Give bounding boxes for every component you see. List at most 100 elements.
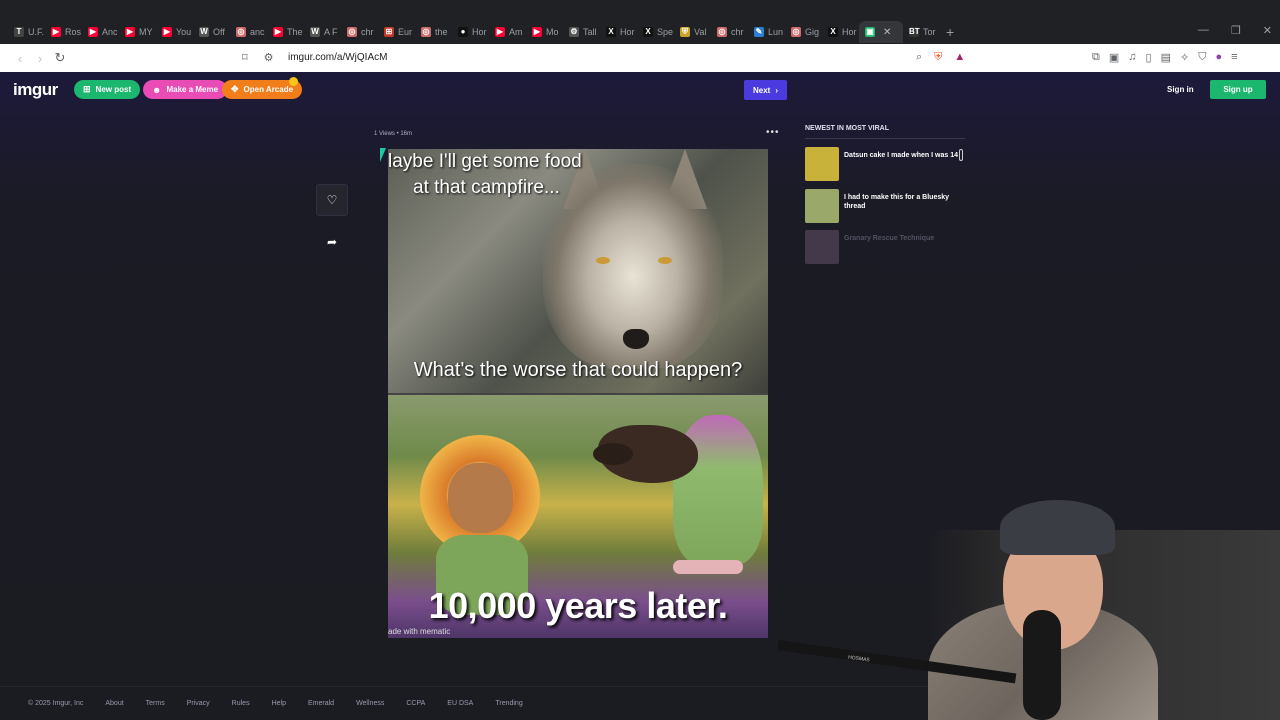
browser-tab[interactable]: ▶ The [267, 21, 304, 43]
make-meme-button[interactable]: ☻ Make a Meme [143, 80, 228, 99]
brave-shield-icon[interactable]: ⛨ [934, 51, 942, 64]
browser-tab[interactable]: ◎ chr [341, 21, 378, 43]
wallet-icon[interactable]: ▤ [1161, 51, 1171, 64]
shield-tab-icon: ⛨ [680, 27, 690, 37]
browser-tab[interactable]: T U.F. [8, 21, 45, 43]
footer-link[interactable]: About [105, 700, 123, 707]
footer-link[interactable]: Rules [232, 700, 250, 707]
profile-icon[interactable]: ● [1215, 51, 1222, 64]
footer-link[interactable]: CCPA [406, 700, 425, 707]
browser-tab[interactable]: ⚙ Tall [563, 21, 600, 43]
post-image[interactable]: laybe I'll get some food at that campfir… [388, 149, 768, 638]
browser-tab[interactable]: X Hor [600, 21, 637, 43]
share-button[interactable]: ➦ [316, 226, 348, 258]
leo-icon[interactable]: ✧ [1180, 51, 1189, 64]
browser-tab[interactable]: ⊞ Eur [378, 21, 415, 43]
x-icon: X [643, 27, 653, 37]
reload-icon[interactable]: ↻ [50, 50, 70, 66]
zoom-icon[interactable]: ⌕ [916, 51, 922, 64]
browser-tab[interactable]: ▶ Am [489, 21, 526, 43]
browser-tab[interactable]: ▶ Mo [526, 21, 563, 43]
browser-tab[interactable]: ◎ the [415, 21, 452, 43]
sidebar-icon[interactable]: ▯ [1146, 51, 1152, 64]
next-button[interactable]: Next › [744, 80, 787, 100]
more-options-icon[interactable]: ••• [766, 127, 780, 138]
tab-label: Off [213, 27, 225, 37]
footer-link[interactable]: Trending [495, 700, 522, 707]
site-info-icon[interactable]: ⚙ [264, 51, 274, 64]
close-tab-icon[interactable]: ✕ [883, 27, 891, 38]
tab-strip: T U.F. ▶ Ros ▶ Anc ▶ MY ▶ You W Off ◎ anc ▶ The W A F ◎ chr… [0, 20, 954, 44]
wikipedia-icon: W [310, 27, 320, 37]
wolf-eye-right [658, 257, 672, 264]
vpn-icon[interactable]: ⛉ [1198, 51, 1206, 64]
rail-item[interactable]: Granary Rescue Technique [805, 230, 965, 264]
bookmark-icon[interactable]: ⌑ [242, 51, 248, 64]
menu-icon[interactable]: ≡ [1231, 51, 1237, 64]
imgur-icon: ▣ [865, 27, 875, 37]
browser-tab[interactable]: ◎ Gig [785, 21, 822, 43]
browser-tab[interactable]: ▶ Ros [45, 21, 82, 43]
close-window-icon[interactable]: ✕ [1263, 24, 1272, 37]
footer-link[interactable]: Help [272, 700, 286, 707]
meme-icon: ☻ [152, 84, 162, 95]
extensions-icon[interactable]: ⧉ [1092, 51, 1100, 64]
sign-up-button[interactable]: Sign up [1210, 80, 1266, 99]
tab-label: Tor [923, 27, 936, 37]
window-controls: — ❐ ✕ [1198, 24, 1272, 37]
screenshot-icon[interactable]: ▣ [1109, 51, 1119, 64]
rail-item[interactable]: Datsun cake I made when I was 14 [805, 147, 965, 181]
imgur-logo[interactable]: imgur [13, 80, 58, 100]
favorite-button[interactable]: ♡ [316, 184, 348, 216]
dog-right-snout [593, 443, 633, 465]
footer-link[interactable]: Privacy [187, 700, 210, 707]
sign-in-link[interactable]: Sign in [1167, 85, 1194, 94]
media-icon[interactable]: ♫ [1128, 51, 1136, 64]
browser-tab[interactable]: ▶ You [156, 21, 193, 43]
browser-tab[interactable]: ● Hor [452, 21, 489, 43]
back-icon[interactable]: ‹ [10, 51, 30, 66]
footer-link[interactable]: Terms [146, 700, 165, 707]
new-tab-button[interactable]: + [946, 24, 954, 40]
browser-tab[interactable]: ✎ Lun [748, 21, 785, 43]
rail-item[interactable]: I had to make this for a Bluesky thread [805, 189, 965, 223]
tab-label: Mo [546, 27, 559, 37]
x-icon: X [828, 27, 838, 37]
browser-tab[interactable]: W Off [193, 21, 230, 43]
dog-collar [673, 560, 743, 574]
browser-tab[interactable]: ▶ Anc [82, 21, 119, 43]
browser-tab[interactable]: ▣ ✕ [859, 21, 903, 43]
rewards-icon[interactable]: ▲ [954, 51, 965, 64]
browser-tab[interactable]: WA F [304, 21, 341, 43]
tab-label: Hor [620, 27, 635, 37]
bt-icon: BT [909, 27, 920, 37]
footer-link[interactable]: EU DSA [447, 700, 473, 707]
tab-label: MY [139, 27, 153, 37]
rail-thumbnail [805, 230, 839, 264]
browser-tab[interactable]: ⛨ Val [674, 21, 711, 43]
footer-link[interactable]: Emerald [308, 700, 334, 707]
browser-tab[interactable]: ◎ anc [230, 21, 267, 43]
browser-tab[interactable]: X Spe [637, 21, 674, 43]
wikipedia-icon: W [199, 27, 209, 37]
gamepad-icon: ✥ [231, 84, 239, 94]
new-post-button[interactable]: ⊞ New post [74, 80, 141, 99]
post-meta: 1 Views • 16m [374, 131, 413, 137]
minimize-icon[interactable]: — [1198, 24, 1209, 37]
browser-tab[interactable]: ◎ chr [711, 21, 748, 43]
search-tab-icon: ◎ [236, 27, 246, 37]
maximize-icon[interactable]: ❐ [1231, 24, 1241, 37]
browser-tab[interactable]: BT Tor [903, 21, 940, 43]
youtube-icon: ▶ [273, 27, 283, 37]
url-field[interactable]: imgur.com/a/WjQIAcM [288, 52, 387, 63]
footer-link[interactable]: Wellness [356, 700, 384, 707]
forward-icon[interactable]: › [30, 51, 50, 66]
tab-label: chr [731, 27, 744, 37]
dog-left-face [448, 463, 513, 533]
browser-tab[interactable]: X Hor [822, 21, 859, 43]
tab-label: the [435, 27, 448, 37]
rail-item-title: Datsun cake I made when I was 14 [844, 152, 958, 159]
search-tab-icon: ◎ [421, 27, 431, 37]
browser-tab[interactable]: ▶ MY [119, 21, 156, 43]
youtube-icon: ▶ [162, 27, 172, 37]
